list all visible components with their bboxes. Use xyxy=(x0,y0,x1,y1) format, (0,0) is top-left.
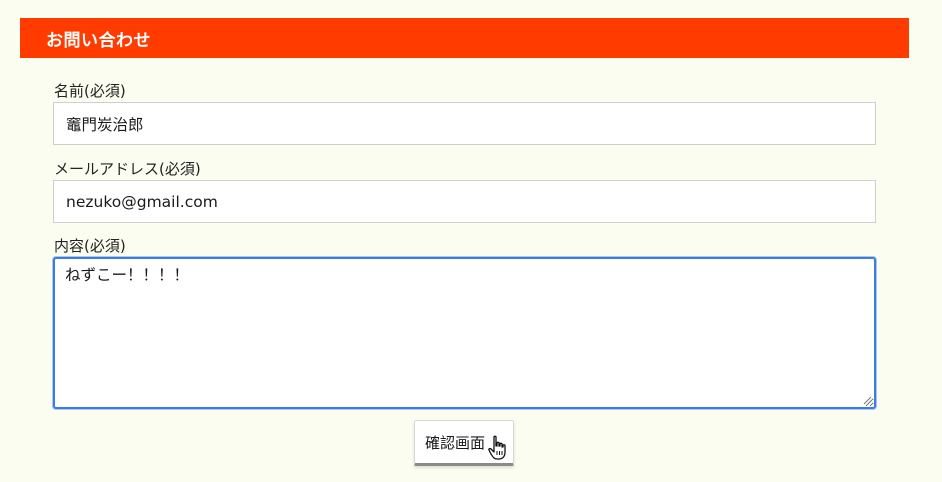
hand-pointer-icon xyxy=(488,435,506,460)
resize-handle-icon[interactable] xyxy=(862,395,872,405)
name-field[interactable] xyxy=(53,102,876,145)
page-title: お問い合わせ xyxy=(46,30,151,51)
page-header: お問い合わせ xyxy=(20,18,909,58)
name-label: 名前(必須) xyxy=(54,82,126,100)
email-field[interactable] xyxy=(53,180,876,223)
email-label: メールアドレス(必須) xyxy=(54,160,201,178)
content-label: 内容(必須) xyxy=(54,237,126,255)
content-textarea[interactable]: ねずこー！！！！ xyxy=(53,257,876,409)
